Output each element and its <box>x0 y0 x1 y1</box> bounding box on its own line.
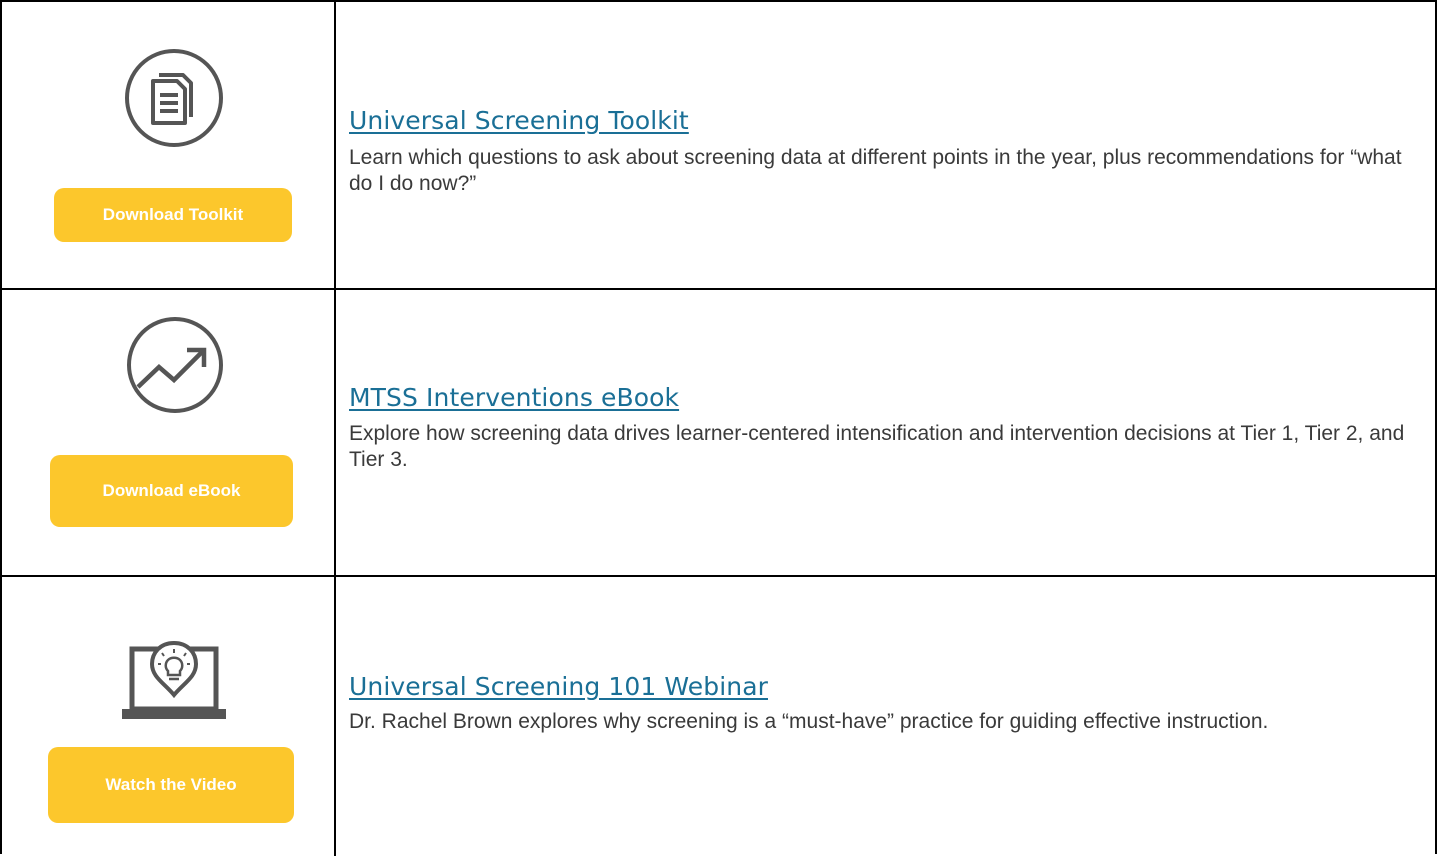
download-ebook-button[interactable]: Download eBook <box>50 455 293 527</box>
resource-description: Explore how screening data drives learne… <box>349 422 1405 471</box>
resource-title-link[interactable]: Universal Screening 101 Webinar <box>349 672 768 701</box>
resources-table: Download Toolkit Universal Screening Too… <box>0 0 1437 856</box>
trend-up-chart-icon <box>127 317 223 413</box>
download-toolkit-button[interactable]: Download Toolkit <box>54 188 292 242</box>
resource-description: Dr. Rachel Brown explores why screening … <box>349 710 1269 733</box>
resource-title-link[interactable]: MTSS Interventions eBook <box>349 383 679 412</box>
documents-icon <box>125 49 223 147</box>
resource-row-toolkit: Download Toolkit Universal Screening Too… <box>2 2 1435 290</box>
resource-row-webinar: Watch the Video Universal Screening 101 … <box>2 577 1435 856</box>
resource-row-ebook: Download eBook MTSS Interventions eBook … <box>2 290 1435 577</box>
laptop-lightbulb-icon <box>122 640 226 719</box>
resource-title-link[interactable]: Universal Screening Toolkit <box>349 106 689 135</box>
watch-video-button[interactable]: Watch the Video <box>48 747 294 823</box>
resource-description: Learn which questions to ask about scree… <box>349 146 1402 195</box>
